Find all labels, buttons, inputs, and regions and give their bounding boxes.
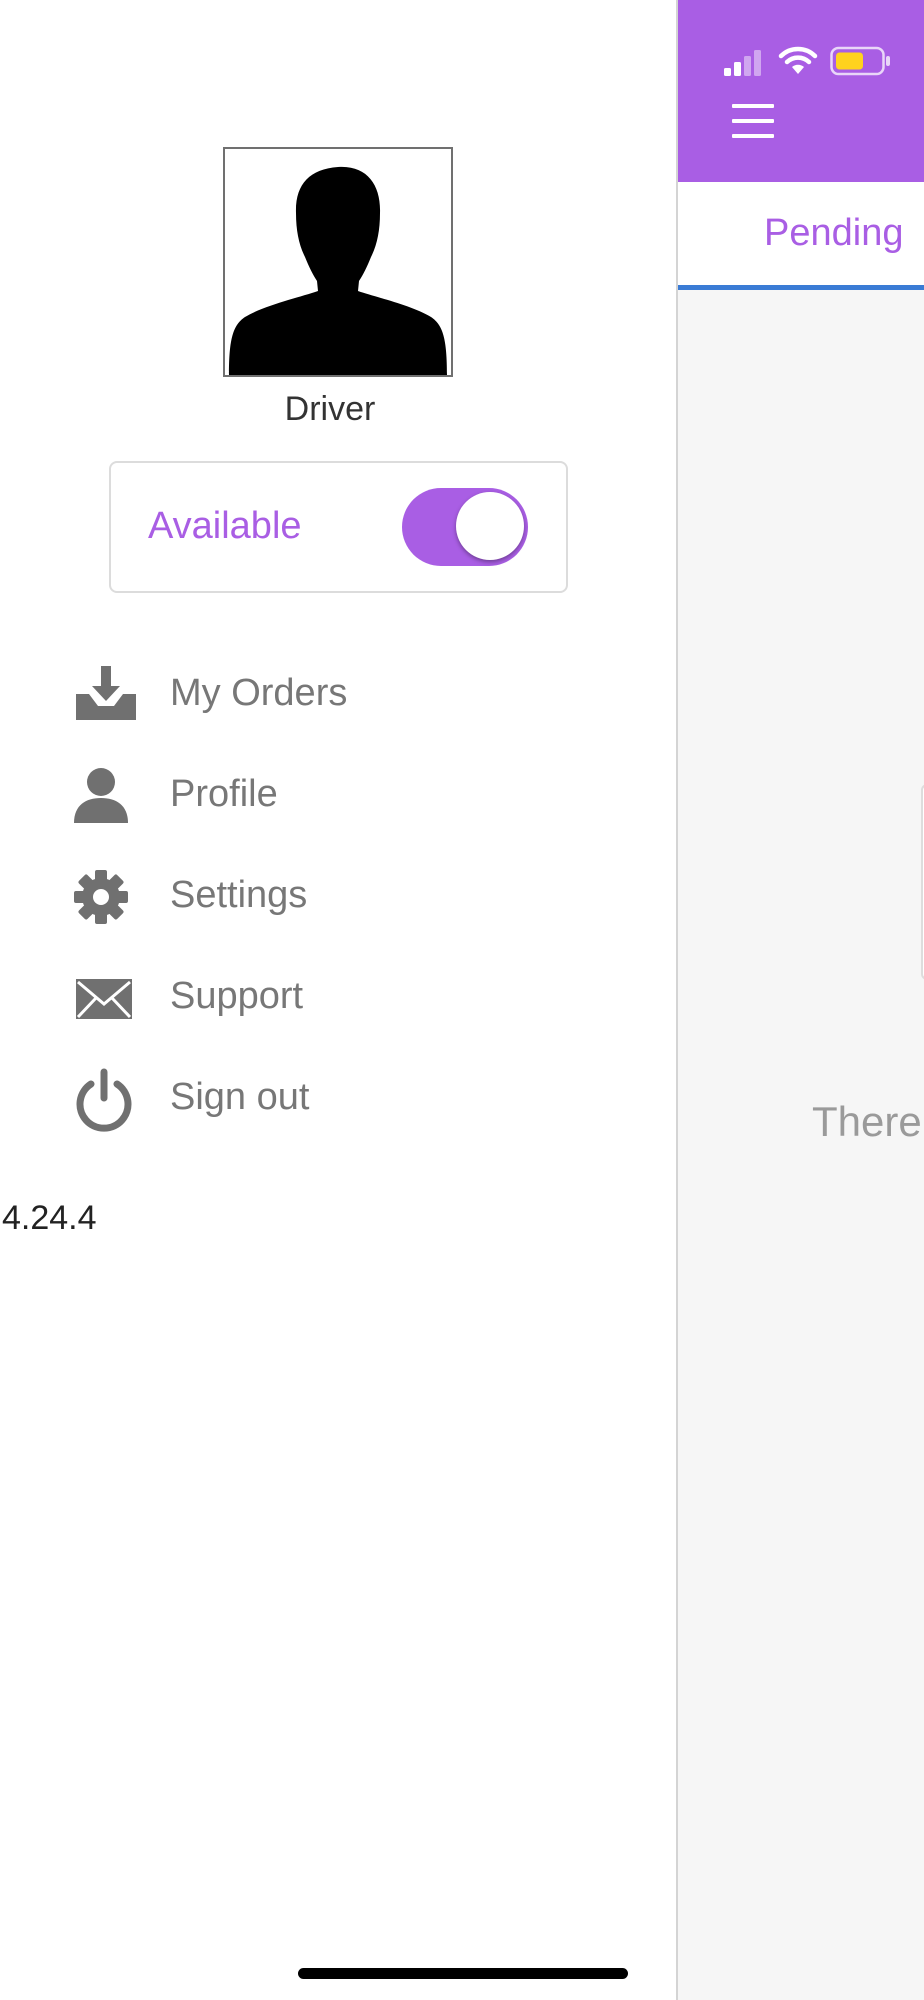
menu-label: Settings xyxy=(170,874,308,916)
availability-card: Available xyxy=(109,461,568,593)
menu-item-my-orders[interactable]: My Orders xyxy=(0,642,660,743)
empty-state-message: There xyxy=(812,1098,922,1145)
menu-label: Sign out xyxy=(170,1076,310,1118)
availability-toggle[interactable] xyxy=(402,488,528,566)
app-header xyxy=(678,0,924,182)
battery-icon xyxy=(830,46,890,76)
menu-label: Support xyxy=(170,975,304,1017)
toggle-knob xyxy=(456,492,524,560)
user-silhouette-icon xyxy=(229,166,447,375)
menu-label: My Orders xyxy=(170,672,348,714)
person-icon xyxy=(74,765,138,829)
availability-label: Available xyxy=(148,505,302,547)
envelope-icon xyxy=(74,967,138,1031)
download-tray-icon xyxy=(74,664,138,728)
home-indicator[interactable] xyxy=(298,1968,628,1979)
menu-item-support[interactable]: Support xyxy=(0,945,660,1046)
wifi-icon xyxy=(778,46,818,74)
hamburger-menu-icon[interactable] xyxy=(732,104,774,138)
cellular-signal-icon xyxy=(724,50,761,76)
navigation-drawer: Driver Available My Orders Profile Setti… xyxy=(0,0,676,2000)
user-name: Driver xyxy=(284,390,376,428)
menu-item-sign-out[interactable]: Sign out xyxy=(0,1046,660,1147)
app-version: 4.24.4 xyxy=(2,1199,97,1237)
gear-icon xyxy=(74,866,138,930)
power-icon xyxy=(74,1068,138,1132)
tab-indicator xyxy=(678,285,924,290)
drawer-menu: My Orders Profile Settings Support Sign … xyxy=(0,642,660,1147)
menu-label: Profile xyxy=(170,773,278,815)
tab-pending[interactable]: Pending xyxy=(764,212,903,255)
menu-item-settings[interactable]: Settings xyxy=(0,844,660,945)
avatar[interactable] xyxy=(223,147,453,377)
menu-item-profile[interactable]: Profile xyxy=(0,743,660,844)
status-bar xyxy=(724,40,892,76)
main-screen: Pending There xyxy=(676,0,924,2000)
order-tabs: Pending xyxy=(678,182,924,290)
